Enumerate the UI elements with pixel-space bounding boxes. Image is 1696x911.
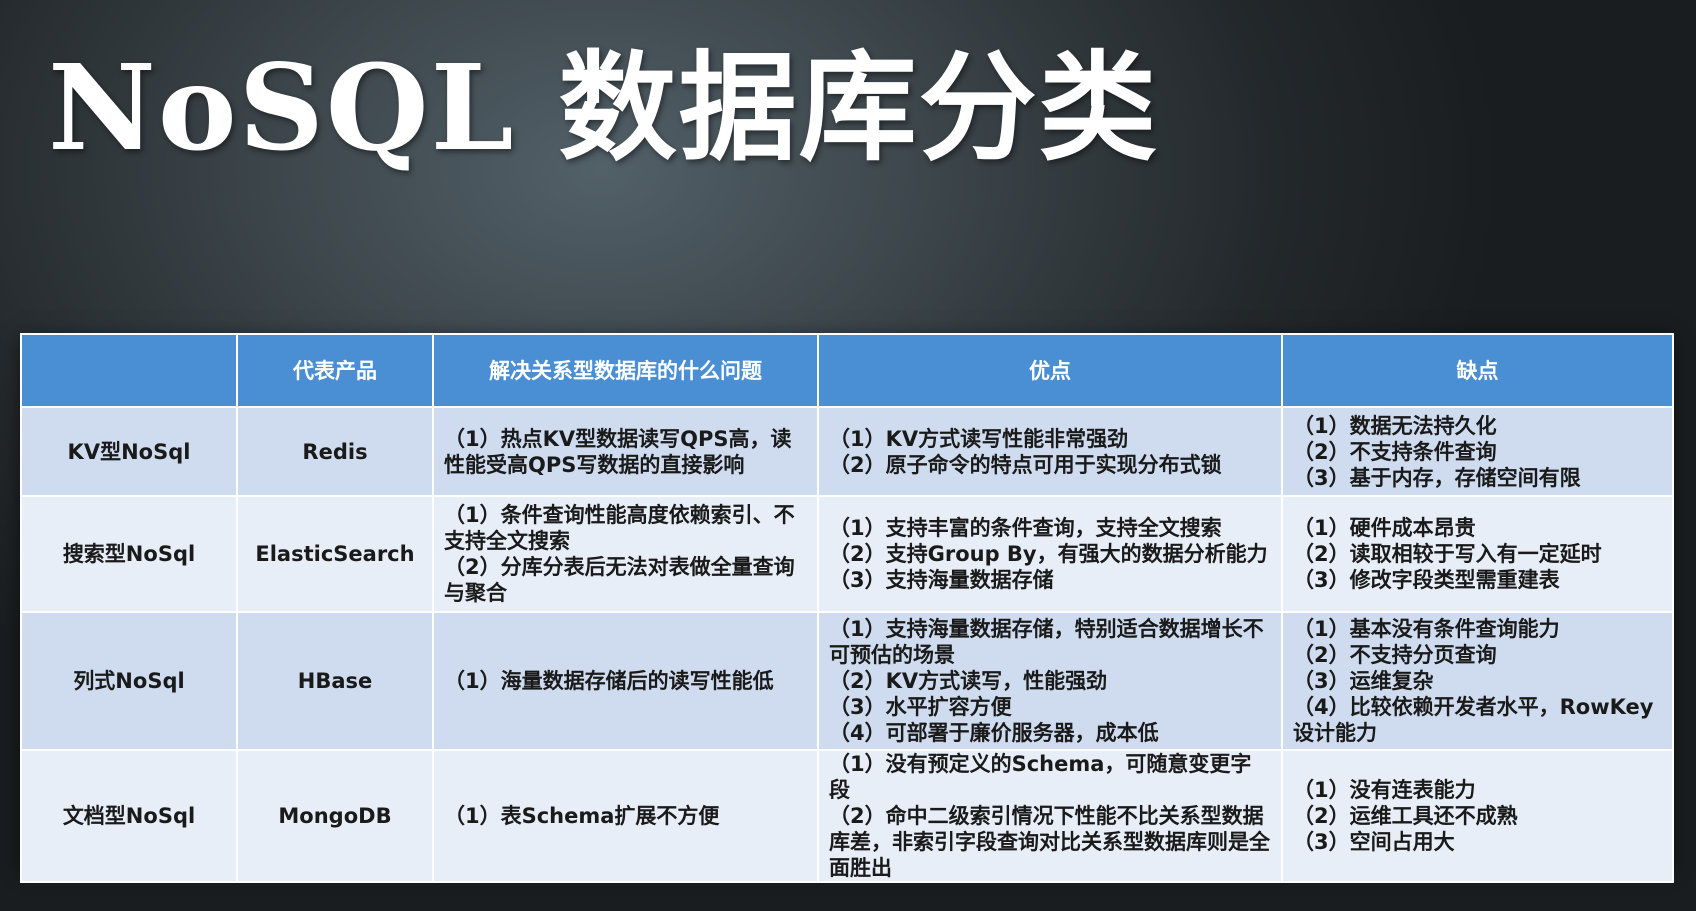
cons-line: （4）比较依赖开发者水平，RowKey设计能力 bbox=[1293, 695, 1654, 745]
pros-line: （4）可部署于廉价服务器，成本低 bbox=[829, 721, 1159, 745]
cons-line: （2）不支持条件查询 bbox=[1293, 439, 1497, 464]
cons-line: （1）硬件成本昂贵 bbox=[1293, 516, 1476, 540]
table-header-row: 代表产品 解决关系型数据库的什么问题 优点 缺点 bbox=[20, 333, 1674, 408]
cell-problem: （1）表Schema扩展不方便 bbox=[432, 749, 819, 883]
cell-pros: （1）KV方式读写性能非常强劲 （2）原子命令的特点可用于实现分布式锁 bbox=[817, 406, 1283, 497]
problem-line: （1）热点KV型数据读写QPS高，读性能受高QPS写数据的直接影响 bbox=[444, 426, 792, 477]
cons-line: （3）基于内存，存储空间有限 bbox=[1293, 465, 1581, 490]
cons-line: （3）运维复杂 bbox=[1293, 669, 1434, 693]
cell-type: 列式NoSql bbox=[20, 611, 238, 751]
slide-title: NoSQL 数据库分类 bbox=[48, 38, 1159, 177]
pros-line: （1）没有预定义的Schema，可随意变更字段 bbox=[829, 752, 1252, 802]
cons-line: （1）数据无法持久化 bbox=[1293, 413, 1497, 438]
problem-line: （1）条件查询性能高度依赖索引、不支持全文搜索 bbox=[444, 503, 795, 553]
header-cons: 缺点 bbox=[1281, 333, 1674, 408]
cell-pros: （1）支持海量数据存储，特别适合数据增长不可预估的场景 （2）KV方式读写，性能… bbox=[817, 611, 1283, 751]
cell-type: 文档型NoSql bbox=[20, 749, 238, 883]
cons-line: （3）空间占用大 bbox=[1293, 830, 1455, 854]
cell-product: HBase bbox=[236, 611, 434, 751]
cell-pros: （1）没有预定义的Schema，可随意变更字段 （2）命中二级索引情况下性能不比… bbox=[817, 749, 1283, 883]
header-category bbox=[20, 333, 238, 408]
header-pros: 优点 bbox=[817, 333, 1283, 408]
table-row: 列式NoSql HBase （1）海量数据存储后的读写性能低 （1）支持海量数据… bbox=[20, 611, 1674, 751]
header-product: 代表产品 bbox=[236, 333, 434, 408]
table-row: KV型NoSql Redis （1）热点KV型数据读写QPS高，读性能受高QPS… bbox=[20, 406, 1674, 497]
nosql-comparison-table-container: 代表产品 解决关系型数据库的什么问题 优点 缺点 KV型NoSql Redis … bbox=[20, 333, 1674, 883]
cell-cons: （1）硬件成本昂贵 （2）读取相较于写入有一定延时 （3）修改字段类型需重建表 bbox=[1281, 495, 1674, 613]
cell-cons: （1）基本没有条件查询能力 （2）不支持分页查询 （3）运维复杂 （4）比较依赖… bbox=[1281, 611, 1674, 751]
cell-cons: （1）没有连表能力 （2）运维工具还不成熟 （3）空间占用大 bbox=[1281, 749, 1674, 883]
cons-line: （2）读取相较于写入有一定延时 bbox=[1293, 542, 1602, 566]
table-body: KV型NoSql Redis （1）热点KV型数据读写QPS高，读性能受高QPS… bbox=[20, 406, 1674, 883]
cell-type: KV型NoSql bbox=[20, 406, 238, 497]
table-row: 搜索型NoSql ElasticSearch （1）条件查询性能高度依赖索引、不… bbox=[20, 495, 1674, 613]
cell-type: 搜索型NoSql bbox=[20, 495, 238, 613]
cons-line: （1）基本没有条件查询能力 bbox=[1293, 617, 1560, 641]
cell-product: MongoDB bbox=[236, 749, 434, 883]
problem-line: （2）分库分表后无法对表做全量查询与聚合 bbox=[444, 555, 795, 605]
cell-product: Redis bbox=[236, 406, 434, 497]
cell-pros: （1）支持丰富的条件查询，支持全文搜索 （2）支持Group By，有强大的数据… bbox=[817, 495, 1283, 613]
nosql-comparison-table: 代表产品 解决关系型数据库的什么问题 优点 缺点 KV型NoSql Redis … bbox=[20, 333, 1674, 883]
pros-line: （3）支持海量数据存储 bbox=[829, 568, 1054, 592]
cons-line: （2）运维工具还不成熟 bbox=[1293, 804, 1518, 828]
cell-product: ElasticSearch bbox=[236, 495, 434, 613]
pros-line: （1）KV方式读写性能非常强劲 bbox=[829, 426, 1129, 451]
pros-line: （2）命中二级索引情况下性能不比关系型数据库差，非索引字段查询对比关系型数据库则… bbox=[829, 804, 1270, 880]
pros-line: （3）水平扩容方便 bbox=[829, 695, 1012, 719]
header-problem: 解决关系型数据库的什么问题 bbox=[432, 333, 819, 408]
cell-problem: （1）条件查询性能高度依赖索引、不支持全文搜索 （2）分库分表后无法对表做全量查… bbox=[432, 495, 819, 613]
problem-line: （1）海量数据存储后的读写性能低 bbox=[444, 669, 774, 693]
pros-line: （2）支持Group By，有强大的数据分析能力 bbox=[829, 542, 1268, 566]
cell-problem: （1）热点KV型数据读写QPS高，读性能受高QPS写数据的直接影响 bbox=[432, 406, 819, 497]
pros-line: （1）支持海量数据存储，特别适合数据增长不可预估的场景 bbox=[829, 617, 1264, 667]
problem-line: （1）表Schema扩展不方便 bbox=[444, 804, 720, 828]
cons-line: （2）不支持分页查询 bbox=[1293, 643, 1497, 667]
cell-problem: （1）海量数据存储后的读写性能低 bbox=[432, 611, 819, 751]
pros-line: （2）原子命令的特点可用于实现分布式锁 bbox=[829, 452, 1222, 477]
pros-line: （1）支持丰富的条件查询，支持全文搜索 bbox=[829, 516, 1222, 540]
cell-cons: （1）数据无法持久化 （2）不支持条件查询 （3）基于内存，存储空间有限 bbox=[1281, 406, 1674, 497]
cons-line: （3）修改字段类型需重建表 bbox=[1293, 568, 1560, 592]
table-row: 文档型NoSql MongoDB （1）表Schema扩展不方便 （1）没有预定… bbox=[20, 749, 1674, 883]
cons-line: （1）没有连表能力 bbox=[1293, 778, 1476, 802]
pros-line: （2）KV方式读写，性能强劲 bbox=[829, 669, 1108, 693]
